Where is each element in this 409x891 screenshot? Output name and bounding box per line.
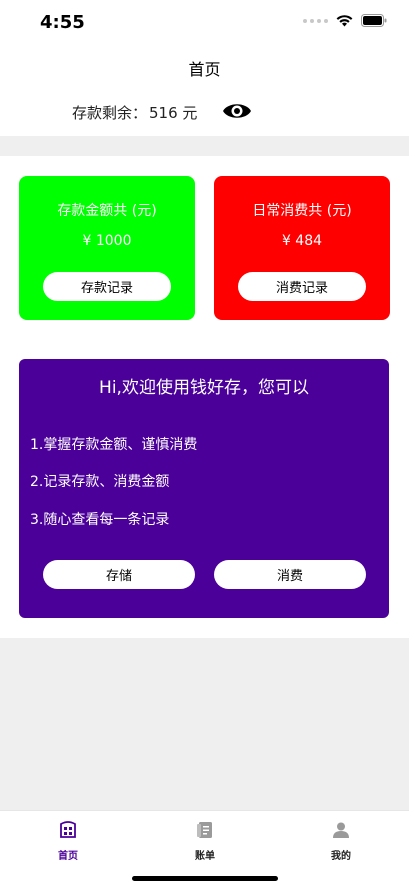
welcome-item: 2.记录存款、消费金额 xyxy=(30,474,170,490)
status-time: 4:55 xyxy=(40,12,85,33)
deposit-card-amount: ¥ 1000 xyxy=(82,233,132,249)
tab-bill-label: 账单 xyxy=(195,851,215,862)
deposit-card: 存款金额共 (元) ¥ 1000 存款记录 xyxy=(19,176,195,320)
status-icons xyxy=(303,14,387,27)
tab-home-label: 首页 xyxy=(58,851,78,862)
tab-profile[interactable]: 我的 xyxy=(301,821,381,862)
spend-button[interactable]: 消费 xyxy=(214,560,366,589)
expense-card: 日常消费共 (元) ¥ 484 消费记录 xyxy=(214,176,390,320)
welcome-item: 3.随心查看每一条记录 xyxy=(30,512,170,528)
screen: 4:55 首页 存款剩余： 516 元 存款金额共 (元) ¥ 1000 存款记… xyxy=(0,0,409,891)
balance-amount: 516 元 xyxy=(149,103,198,122)
welcome-card: Hi,欢迎使用钱好存，您可以 1.掌握存款金额、谨慎消费 2.记录存款、消费金额… xyxy=(19,359,389,618)
main-content: 存款金额共 (元) ¥ 1000 存款记录 日常消费共 (元) ¥ 484 消费… xyxy=(0,156,409,638)
save-button[interactable]: 存储 xyxy=(43,560,195,589)
profile-icon xyxy=(301,821,381,843)
wifi-icon xyxy=(336,14,353,27)
cellular-signal-icon xyxy=(303,18,328,23)
balance-row: 存款剩余： 516 元 xyxy=(72,99,251,125)
tab-profile-label: 我的 xyxy=(331,851,351,862)
tab-bill[interactable]: 账单 xyxy=(165,821,245,862)
separator-band xyxy=(0,136,409,156)
deposit-card-title: 存款金额共 (元) xyxy=(57,203,157,219)
battery-icon xyxy=(361,14,387,27)
tab-home[interactable]: 首页 xyxy=(28,821,108,862)
deposit-records-button[interactable]: 存款记录 xyxy=(43,272,171,301)
empty-area xyxy=(0,638,409,810)
home-icon xyxy=(28,821,108,843)
expense-card-amount: ¥ 484 xyxy=(281,233,323,249)
bill-icon xyxy=(165,821,245,843)
welcome-item: 1.掌握存款金额、谨慎消费 xyxy=(30,437,198,453)
eye-icon[interactable] xyxy=(222,100,252,126)
page-title: 首页 xyxy=(188,60,221,79)
status-bar: 4:55 xyxy=(0,0,409,46)
welcome-title: Hi,欢迎使用钱好存，您可以 xyxy=(99,378,309,398)
expense-records-button[interactable]: 消费记录 xyxy=(238,272,366,301)
balance-label: 存款剩余： xyxy=(72,103,148,122)
home-indicator xyxy=(132,876,278,881)
expense-card-title: 日常消费共 (元) xyxy=(252,203,352,219)
